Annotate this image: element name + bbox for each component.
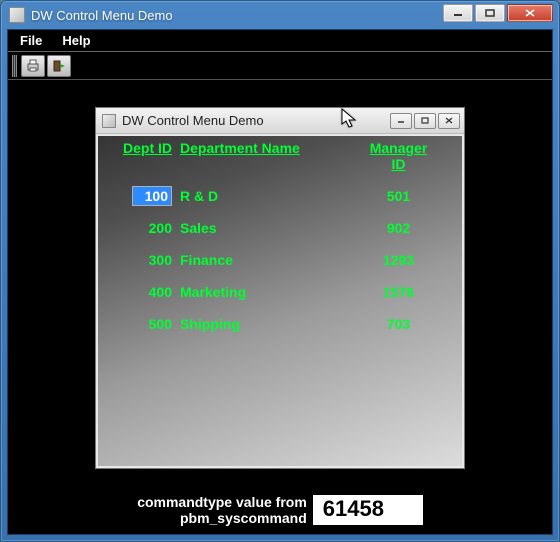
print-icon [26,59,40,73]
minimize-button[interactable] [443,4,473,22]
cell-mgr[interactable]: 902 [345,220,452,236]
status-footer: commandtype value from pbm_syscommand 61… [8,494,552,526]
col-header-mgr: Manager ID [345,140,452,172]
child-window[interactable]: DW Control Menu Demo Dept ID Department … [95,107,465,469]
cell-mgr[interactable]: 501 [345,188,452,204]
footer-label: commandtype value from pbm_syscommand [137,494,307,526]
col-header-name: Department Name [180,140,345,172]
col-header-mgr-l1: Manager [370,140,428,156]
titlebar[interactable]: DW Control Menu Demo [1,1,559,29]
toolbar [8,52,552,80]
child-maximize-button[interactable] [414,113,436,129]
table-row[interactable]: 400Marketing1576 [108,276,452,308]
child-minimize-button[interactable] [390,113,412,129]
client-area: File Help DW Control Menu Demo [7,29,553,535]
child-app-icon [102,114,116,128]
cell-name[interactable]: R & D [180,188,345,204]
exit-button[interactable] [47,55,71,77]
exit-icon [52,59,66,73]
table-row[interactable]: 300Finance1293 [108,244,452,276]
cell-mgr[interactable]: 1576 [345,284,452,300]
table-row[interactable]: 200Sales902 [108,212,452,244]
close-button[interactable] [507,4,553,22]
cell-name[interactable]: Finance [180,252,345,268]
menu-help[interactable]: Help [52,31,100,50]
cell-dept[interactable]: 200 [108,220,180,236]
child-close-button[interactable] [438,113,460,129]
child-window-title: DW Control Menu Demo [122,113,390,128]
toolbar-grip[interactable] [12,55,17,77]
child-window-controls [390,113,460,129]
main-window: DW Control Menu Demo File Help DW Co [0,0,560,542]
menu-file[interactable]: File [10,31,52,50]
menubar: File Help [8,30,552,52]
footer-value: 61458 [313,495,423,525]
selected-cell[interactable]: 100 [132,186,172,206]
window-title: DW Control Menu Demo [31,8,443,23]
window-controls [443,4,553,22]
print-button[interactable] [21,55,45,77]
col-header-mgr-l2: ID [392,156,406,172]
cell-dept[interactable]: 400 [108,284,180,300]
table-row[interactable]: 100 R & D501 [108,180,452,212]
child-titlebar[interactable]: DW Control Menu Demo [96,108,464,134]
app-icon [9,7,25,23]
footer-label-l2: pbm_syscommand [180,510,307,526]
col-header-dept: Dept ID [108,140,180,172]
cell-dept[interactable]: 300 [108,252,180,268]
datawindow-rows: 100R & D501200Sales902300Finance1293400M… [108,180,452,340]
cell-mgr[interactable]: 1293 [345,252,452,268]
footer-label-l1: commandtype value from [137,494,307,510]
cell-mgr[interactable]: 703 [345,316,452,332]
cell-name[interactable]: Shipping [180,316,345,332]
datawindow-header: Dept ID Department Name Manager ID [108,140,452,172]
cell-name[interactable]: Marketing [180,284,345,300]
maximize-button[interactable] [475,4,505,22]
cell-dept[interactable]: 500 [108,316,180,332]
cell-name[interactable]: Sales [180,220,345,236]
cell-dept[interactable]: 100 [108,186,180,206]
table-row[interactable]: 500Shipping703 [108,308,452,340]
datawindow[interactable]: Dept ID Department Name Manager ID 100 R … [98,136,462,466]
